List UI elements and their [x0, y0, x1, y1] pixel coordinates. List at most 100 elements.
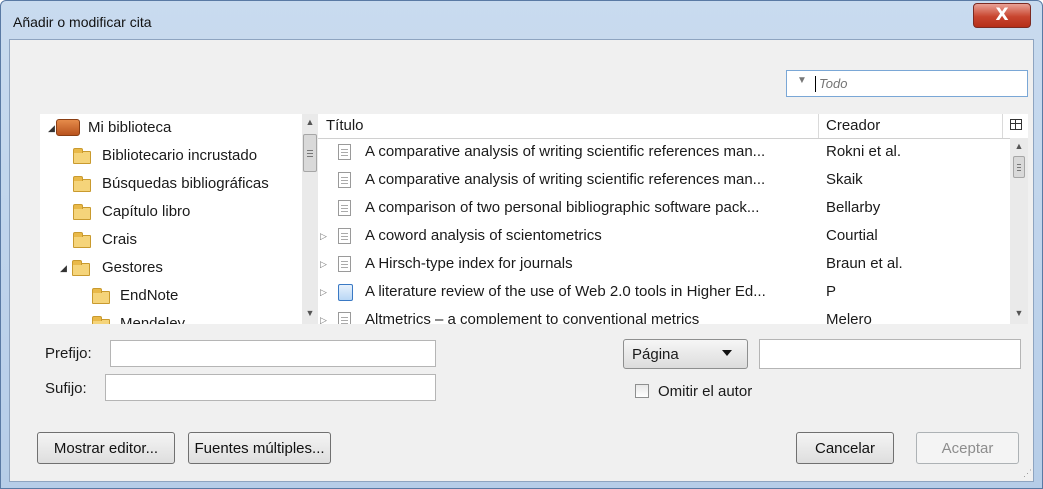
item-title: A coword analysis of scientometrics: [365, 227, 602, 244]
item-title: Altmetrics – a complement to conventiona…: [365, 311, 700, 324]
item-creator: Skaik: [826, 171, 863, 188]
item-title: A comparative analysis of writing scient…: [365, 171, 766, 188]
scrollbar-thumb[interactable]: [1013, 156, 1025, 178]
item-creator: Braun et al.: [826, 255, 903, 272]
expand-arrow-icon[interactable]: ▷: [320, 306, 327, 324]
tree-item-gestores[interactable]: ◢ Gestores: [40, 254, 302, 282]
item-creator: Courtial: [826, 227, 878, 244]
prefix-field[interactable]: [110, 340, 436, 367]
item-row[interactable]: ▷ Altmetrics – a complement to conventio…: [318, 306, 1008, 324]
item-row[interactable]: A comparative analysis of writing scient…: [318, 166, 1008, 194]
column-separator[interactable]: [1002, 114, 1003, 138]
expanded-arrow-icon[interactable]: ◢: [48, 114, 55, 142]
grip-line: [307, 153, 313, 154]
library-tree[interactable]: ◢ Mi biblioteca Bibliotecario incrustado…: [40, 114, 318, 324]
prefix-label: Prefijo:: [45, 345, 92, 362]
folder-icon: [73, 148, 91, 164]
locator-field[interactable]: [759, 339, 1021, 369]
expand-arrow-icon[interactable]: ▷: [320, 222, 327, 250]
column-creator[interactable]: Creador: [826, 117, 880, 134]
window-title: Añadir o modificar cita: [13, 14, 152, 30]
text-caret: [815, 76, 816, 92]
suffix-field[interactable]: [105, 374, 436, 401]
grip-line: [1017, 170, 1021, 171]
document-icon: [338, 144, 351, 160]
item-row[interactable]: ▷ A literature review of the use of Web …: [318, 278, 1008, 306]
scroll-up-icon[interactable]: ▲: [1010, 141, 1028, 151]
tree-item-label: Gestores: [102, 259, 163, 276]
expand-arrow-icon[interactable]: ▷: [320, 250, 327, 278]
folder-icon: [92, 316, 110, 324]
document-icon: [338, 256, 351, 272]
tree-scrollbar[interactable]: ▲ ▼: [302, 114, 318, 324]
items-scrollbar[interactable]: ▲ ▼: [1010, 138, 1028, 324]
close-button[interactable]: X: [973, 3, 1031, 28]
column-picker-icon[interactable]: [1010, 119, 1022, 130]
tree-item-label: Mendeley: [120, 315, 186, 324]
tree-item-capitulo-libro[interactable]: Capítulo libro: [40, 198, 302, 226]
dropdown-arrow-icon[interactable]: ▼: [797, 75, 807, 86]
tree-item-crais[interactable]: Crais: [40, 226, 302, 254]
resize-grip-icon[interactable]: ⋰: [1023, 468, 1032, 479]
tree-item-busquedas-bibliograficas[interactable]: Búsquedas bibliográficas: [40, 170, 302, 198]
items-list[interactable]: Título Creador A comparative analysis of…: [318, 114, 1028, 324]
item-title: A Hirsch-type index for journals: [365, 255, 573, 272]
tree-item-label: Bibliotecario incrustado: [102, 147, 258, 164]
item-creator: Bellarby: [826, 199, 881, 216]
citation-dialog: Añadir o modificar cita X ▼ ◢ Mi bibliot…: [0, 0, 1043, 489]
accept-button[interactable]: Aceptar: [916, 432, 1019, 464]
scroll-up-icon[interactable]: ▲: [302, 117, 318, 127]
tree-item-label: EndNote: [120, 287, 179, 304]
search-input[interactable]: [819, 74, 1019, 93]
chevron-down-icon: [722, 350, 732, 356]
scrollbar-thumb[interactable]: [303, 134, 317, 172]
search-box[interactable]: ▼: [786, 70, 1028, 97]
expanded-arrow-icon[interactable]: ◢: [60, 254, 67, 282]
items-header: Título Creador: [318, 114, 1028, 139]
grip-line: [307, 150, 313, 151]
folder-icon: [73, 176, 91, 192]
dialog-content: ▼ ◢ Mi biblioteca Bibliotecario incrusta…: [9, 39, 1034, 482]
tree-item-label: Mi biblioteca: [88, 119, 172, 136]
multiple-sources-button[interactable]: Fuentes múltiples...: [188, 432, 331, 464]
item-creator: Melero: [826, 311, 872, 324]
item-row[interactable]: ▷ A coword analysis of scientometrics Co…: [318, 222, 1008, 250]
omit-author-checkbox[interactable]: [635, 384, 649, 398]
expand-arrow-icon[interactable]: ▷: [320, 278, 327, 306]
locator-select[interactable]: Página: [623, 339, 748, 369]
cancel-button[interactable]: Cancelar: [796, 432, 894, 464]
folder-icon: [92, 288, 110, 304]
item-creator: P: [826, 283, 837, 300]
folder-icon: [72, 260, 90, 276]
grip-line: [1017, 164, 1021, 165]
tree-item-endnote[interactable]: EndNote: [40, 282, 302, 310]
scroll-down-icon[interactable]: ▼: [1010, 308, 1028, 318]
tree-item-mendeley[interactable]: Mendeley: [40, 310, 302, 324]
item-title: A comparison of two personal bibliograph…: [365, 199, 760, 216]
item-creator: Rokni et al.: [826, 143, 902, 160]
suffix-label: Sufijo:: [45, 380, 87, 397]
title-bar[interactable]: Añadir o modificar cita X: [1, 1, 1042, 41]
item-row[interactable]: ▷ A Hirsch-type index for journals Braun…: [318, 250, 1008, 278]
show-editor-button[interactable]: Mostrar editor...: [37, 432, 175, 464]
tree-item-bibliotecario-incrustado[interactable]: Bibliotecario incrustado: [40, 142, 302, 170]
column-title[interactable]: Título: [326, 117, 364, 134]
document-icon: [338, 312, 351, 324]
grip-line: [1017, 167, 1021, 168]
close-icon: X: [995, 5, 1009, 25]
item-title: A literature review of the use of Web 2.…: [365, 283, 766, 300]
tree-item-mi-biblioteca[interactable]: ◢ Mi biblioteca: [40, 114, 302, 142]
item-row[interactable]: A comparison of two personal bibliograph…: [318, 194, 1008, 222]
item-title: A comparative analysis of writing scient…: [365, 143, 766, 160]
scroll-down-icon[interactable]: ▼: [302, 308, 318, 318]
document-icon: [338, 200, 351, 216]
tree-item-label: Búsquedas bibliográficas: [102, 175, 269, 192]
folder-icon: [73, 232, 91, 248]
tree-item-label: Crais: [102, 231, 138, 248]
item-row[interactable]: A comparative analysis of writing scient…: [318, 138, 1008, 166]
grip-line: [307, 156, 313, 157]
locator-select-value: Página: [632, 346, 679, 363]
webpage-icon: [338, 284, 353, 301]
folder-icon: [73, 204, 91, 220]
column-separator[interactable]: [818, 114, 819, 138]
